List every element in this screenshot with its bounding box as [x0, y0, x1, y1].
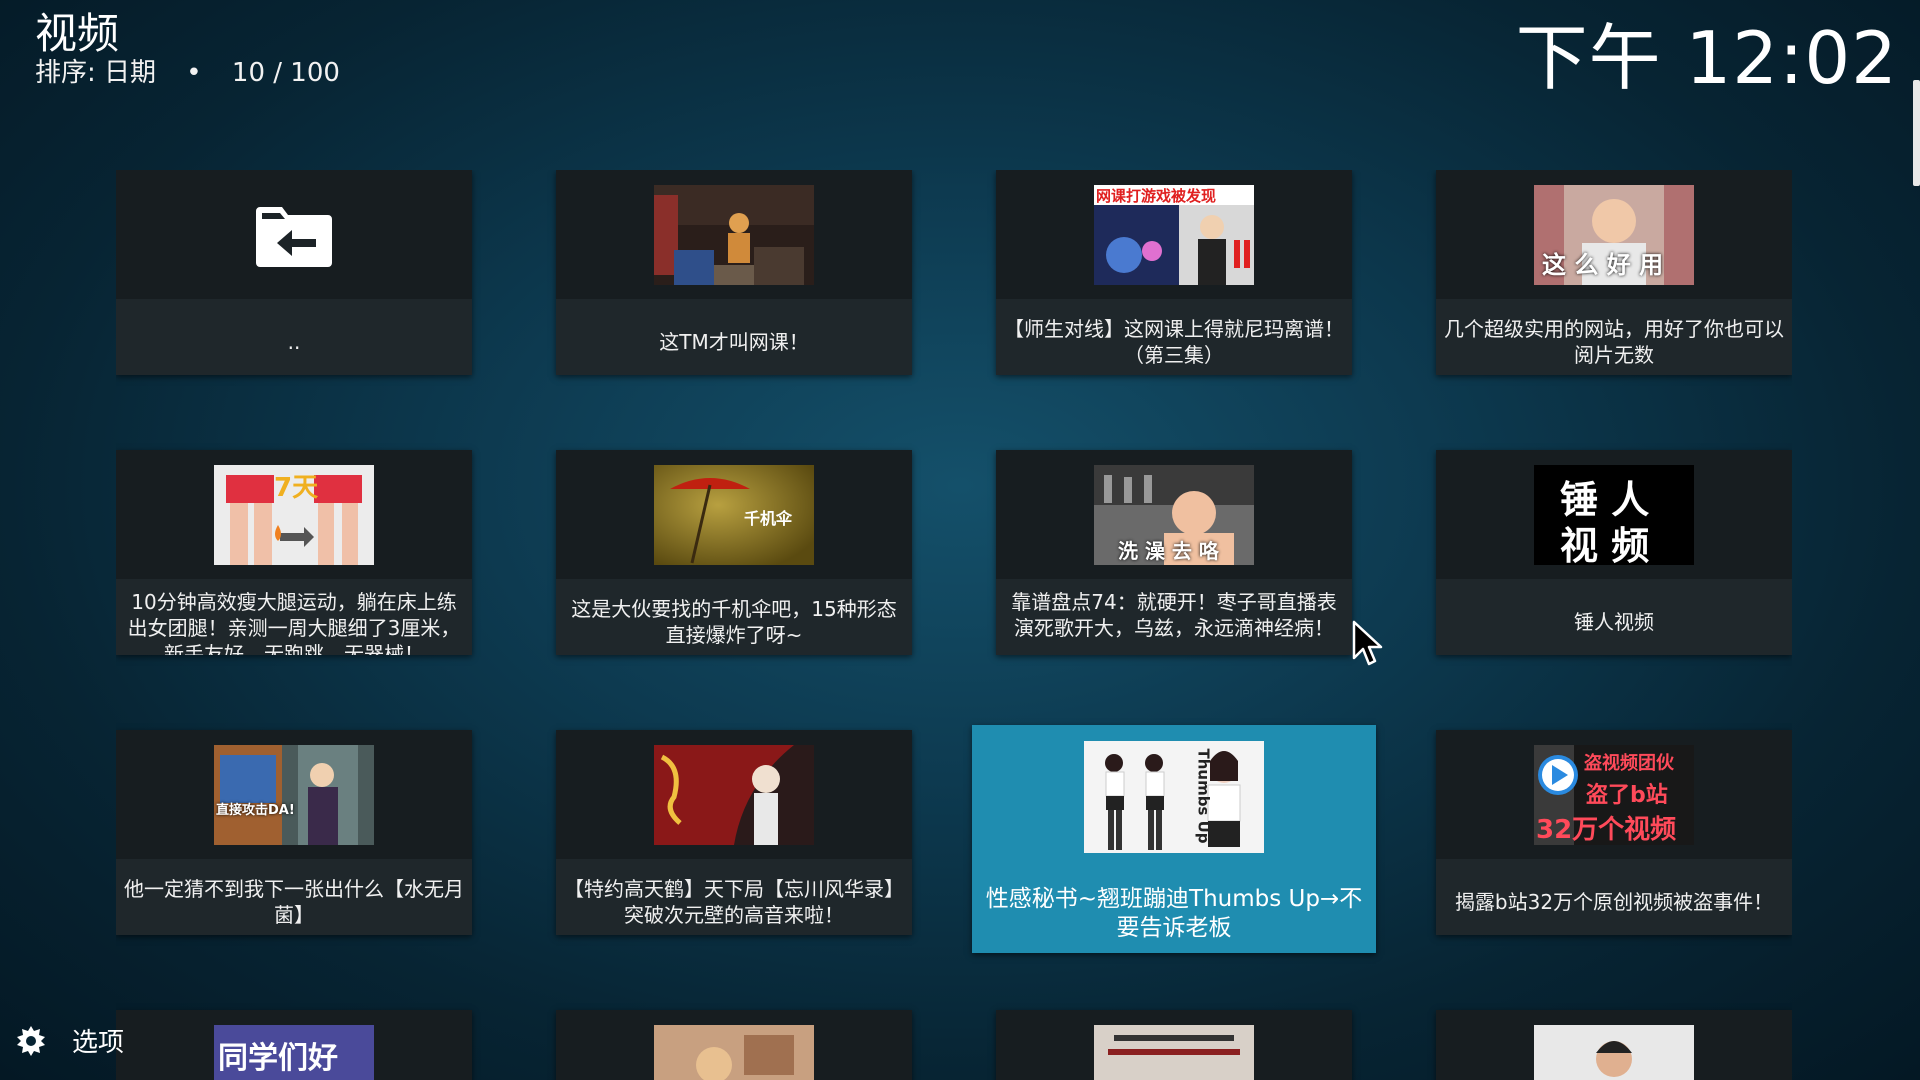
stage-performance-thumbnail — [654, 185, 814, 285]
tile-label: 靠谱盘点74：就硬开！枣子哥直播表演死歌开大，乌兹，永远滴神经病！ — [1011, 590, 1337, 640]
tile-label: 性感秘书~翘班蹦迪Thumbs Up→不要告诉老板 — [985, 886, 1363, 941]
tile-video[interactable]: 这 么 好 用 几个超级实用的网站，用好了你也可以阅片无数 — [1436, 170, 1792, 375]
card-game-thumbnail: 直接攻击DA! — [214, 745, 374, 845]
thumb-caption: 直接攻击DA! — [216, 803, 295, 818]
sort-info: 排序: 日期 • 10 / 100 — [35, 56, 340, 90]
item-position: 10 / 100 — [231, 58, 340, 88]
streamer-thumbnail: 洗 澡 去 咯 — [1094, 465, 1254, 565]
options-button[interactable]: 选项 — [14, 1022, 124, 1059]
thumb-caption-line-3: 32万个视频 — [1536, 815, 1677, 845]
tile-label: 10分钟高效瘦大腿运动，躺在床上练出女团腿！亲测一周大腿细了3厘米，新手友好，无… — [127, 590, 461, 655]
legs-thumbnail: 7天 — [214, 465, 374, 565]
stolen-videos-thumbnail: 盗视频团伙 盗了b站 32万个视频 — [1534, 745, 1694, 845]
video-grid: .. 这TM才叫网课！ 网课打游戏被发现 【师生对线】这网课上得就尼玛离谱！（第… — [116, 170, 1792, 1080]
sort-label[interactable]: 排序: 日期 — [35, 58, 156, 88]
tile-video[interactable]: 千机伞 这是大伙要找的千机伞吧，15种形态直接爆炸了呀~ — [556, 450, 912, 655]
thumb-caption: 洗 澡 去 咯 — [1118, 539, 1219, 563]
text-card-thumbnail: 锤 人 视 频 — [1534, 465, 1694, 565]
separator-dot: • — [186, 58, 202, 88]
tile-video[interactable]: 网课打游戏被发现 【师生对线】这网课上得就尼玛离谱！（第三集） — [996, 170, 1352, 375]
tile-video[interactable]: 【特约高天鹤】天下局【忘川风华录】突破次元壁的高音来啦！ — [556, 730, 912, 935]
tile-video[interactable]: 盗视频团伙 盗了b站 32万个视频 揭露b站32万个原创视频被盗事件！ — [1436, 730, 1792, 935]
thumb-caption: 7天 — [274, 473, 319, 503]
tile-video[interactable] — [996, 1010, 1352, 1080]
thumb-caption-line-2: 视 频 — [1560, 524, 1650, 565]
thumb-caption: 千机伞 — [744, 509, 793, 528]
tile-label: 这是大伙要找的千机伞吧，15种形态直接爆炸了呀~ — [571, 597, 897, 647]
thumb-caption-line-1: 盗视频团伙 — [1584, 753, 1674, 774]
tile-video[interactable] — [556, 1010, 912, 1080]
man-talking-thumbnail: 这 么 好 用 — [1534, 185, 1694, 285]
tile-label: 【特约高天鹤】天下局【忘川风华录】突破次元壁的高音来啦！ — [564, 877, 904, 927]
thumb-caption: 同学们好 — [218, 1041, 338, 1076]
tile-video[interactable]: 锤 人 视 频 锤人视频 — [1436, 450, 1792, 655]
mouse-cursor-icon — [1352, 620, 1383, 666]
tile-label: 几个超级实用的网站，用好了你也可以阅片无数 — [1444, 317, 1784, 367]
tile-label: 锤人视频 — [1574, 610, 1654, 634]
dance-thumbnail: Thumbs Up — [1084, 741, 1264, 853]
tile-label: 【师生对线】这网课上得就尼玛离谱！（第三集） — [1004, 317, 1344, 367]
umbrella-thumbnail: 千机伞 — [654, 465, 814, 565]
thumb-caption: 这 么 好 用 — [1542, 251, 1664, 279]
clock: 下午 12:02 — [1515, 16, 1898, 100]
tile-parent-folder[interactable]: .. — [116, 170, 472, 375]
options-label: 选项 — [72, 1028, 125, 1058]
tile-video[interactable]: 7天 10分钟高效瘦大腿运动，躺在床上练出女团腿！亲测一周大腿细了3厘米，新手友… — [116, 450, 472, 655]
game-caught-thumbnail: 网课打游戏被发现 — [1094, 185, 1254, 285]
thumb-caption: 网课打游戏被发现 — [1096, 187, 1217, 205]
tile-video-focused[interactable]: Thumbs Up 性感秘书~翘班蹦迪Thumbs Up→不要告诉老板 — [972, 725, 1376, 953]
tile-label: 他一定猜不到我下一张出什么【水无月菌】 — [124, 877, 464, 927]
thumb-caption: Thumbs Up — [1194, 748, 1213, 844]
tile-video[interactable]: 洗 澡 去 咯 靠谱盘点74：就硬开！枣子哥直播表演死歌开大，乌兹，永远滴神经病… — [996, 450, 1352, 655]
tile-label: 这TM才叫网课！ — [659, 330, 809, 354]
scrollbar[interactable] — [1913, 80, 1920, 186]
tile-video[interactable] — [1436, 1010, 1792, 1080]
tile-video[interactable]: 同学们好 — [116, 1010, 472, 1080]
classmates-thumbnail: 同学们好 — [214, 1025, 374, 1080]
thumb-caption-line-2: 盗了b站 — [1586, 783, 1668, 808]
caption-thumbnail — [1094, 1025, 1254, 1080]
options-gear-icon — [17, 1025, 45, 1056]
food-thumbnail — [654, 1025, 814, 1080]
tile-video[interactable]: 直接攻击DA! 他一定猜不到我下一张出什么【水无月菌】 — [116, 730, 472, 935]
ancient-art-thumbnail — [654, 745, 814, 845]
tile-label: .. — [287, 330, 301, 354]
page-title: 视频 — [35, 9, 120, 58]
folder-back-icon — [214, 185, 374, 285]
tile-label: 揭露b站32万个原创视频被盗事件！ — [1454, 890, 1774, 914]
man-portrait-thumbnail — [1534, 1025, 1694, 1080]
tile-video[interactable]: 这TM才叫网课！ — [556, 170, 912, 375]
